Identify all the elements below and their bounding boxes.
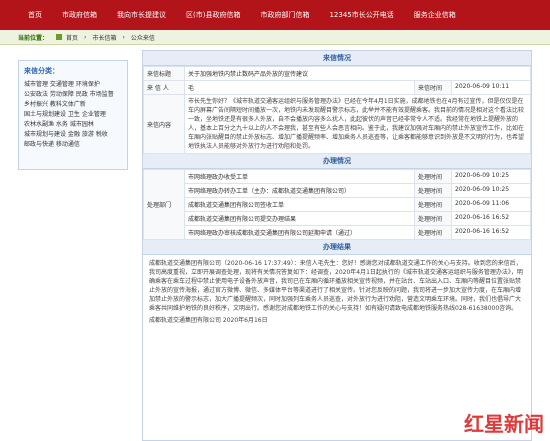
letter-content: 市长先生你好？《城市轨道交通客运组织与服务管理办法》已经在今年4月1日实施，成都… (184, 94, 531, 154)
handling-row: 处理部门 市网络理政办收受工单 处理时间 2020-06-09 10:25 (143, 169, 531, 240)
news-watermark-logo: 红星新闻 (464, 412, 544, 436)
handling-time: 2020-06-09 11:06 (451, 197, 531, 212)
handling-dept-label: 处理部门 (143, 169, 185, 240)
category-row[interactable]: 城市管理 交通管理 环境保护 (24, 80, 122, 90)
breadcrumb-label: 当前位置： (18, 34, 49, 42)
handling-time-label: 处理时间 (414, 183, 452, 198)
category-row[interactable]: 农林水副渔 水务 城市园林 (24, 120, 122, 130)
handling-row: 成都轨道交通集团有限公司签收工单 处理时间 2020-06-09 11:06 (144, 197, 531, 212)
handling-step: 成都轨道交通集团有限公司提交办理结果 (184, 211, 415, 226)
sidebar-title: 来信分类： (24, 67, 59, 75)
handling-row: 市网络理政办审核成都轨道交通集团有限公司延期申请（通过） 处理时间 2020-0… (144, 225, 531, 240)
category-row[interactable]: 国土与规划建设 卫生 企业管理 (24, 110, 122, 120)
home-icon (56, 34, 63, 40)
nav-item-enterprise-mailbox[interactable]: 服务企业信箱 (404, 10, 466, 20)
handling-step: 成都轨道交通集团有限公司签收工单 (184, 197, 415, 212)
letter-author: 毛 (184, 80, 415, 95)
letter-detail-panel: 来信情况 来信标题 关于加强地铁内禁止数码产品外放的宣传建议 来 信 人 毛 来… (142, 50, 532, 441)
result-text: 成都轨道交通集团有限公司（2020-06-16 17:37:49）：来信人毛先生… (149, 260, 523, 312)
handling-row: 市网络理政办转办工单（主办：成都轨道交通集团有限公司） 处理时间 2020-06… (144, 183, 531, 198)
nav-item-home[interactable]: 首页 (18, 10, 52, 20)
handling-time: 2020-06-09 10:25 (451, 183, 531, 198)
content-label: 来信内容 (143, 94, 185, 154)
handling-time: 2020-06-16 16:52 (451, 225, 531, 240)
handling-step: 市网络理政办收受工单 (184, 169, 415, 184)
nav-item-suggest-to-mayor[interactable]: 我向市长提建议 (107, 10, 176, 20)
nav-item-department-mailbox[interactable]: 市政府部门信箱 (250, 10, 319, 20)
handling-time: 2020-06-09 10:25 (451, 169, 531, 184)
handling-row: 成都轨道交通集团有限公司提交办理结果 处理时间 2020-06-16 16:52 (144, 211, 531, 226)
breadcrumb-public-letters[interactable]: 公众来信 (131, 33, 155, 42)
handling-time-label: 处理时间 (414, 225, 452, 240)
category-row[interactable]: 城市规划与建设 金融 旅游 税收 (24, 130, 122, 140)
letter-subject: 关于加强地铁内禁止数码产品外放的宣传建议 (184, 66, 531, 81)
handling-section-title: 办理情况 (143, 154, 531, 169)
handling-time: 2020-06-16 16:52 (451, 211, 531, 226)
letter-time: 2020-06-09 10:11 (451, 80, 531, 95)
category-list: 城市管理 交通管理 环境保护 公安政法 劳动保障 民政 市场监督 乡村振兴 教科… (19, 78, 127, 152)
breadcrumb-home[interactable]: 首页 (66, 33, 78, 42)
result-content: 成都轨道交通集团有限公司（2020-06-16 17:37:49）：来信人毛先生… (143, 255, 531, 329)
category-row[interactable]: 邮政与快递 移动通信 (24, 140, 122, 150)
letter-time-label: 来信时间 (414, 80, 452, 95)
result-signature: 成都轨道交通集团有限公司 2020年6月16日 (149, 317, 268, 324)
author-label: 来 信 人 (143, 80, 185, 95)
handling-table: 处理部门 市网络理政办收受工单 处理时间 2020-06-09 10:25 市网… (143, 169, 531, 240)
main-nav: 首页 市政府信箱 我向市长提建议 区(市)县政府信箱 市政府部门信箱 12345… (18, 0, 466, 30)
category-row[interactable]: 公安政法 劳动保障 民政 市场监督 (24, 90, 122, 100)
breadcrumb-mailbox[interactable]: 市长信箱 (92, 33, 116, 42)
letter-section-title: 来信情况 (143, 51, 531, 66)
nav-item-12345-hotline[interactable]: 12345市长公开电话 (319, 10, 403, 20)
handling-time-label: 处理时间 (414, 211, 452, 226)
breadcrumb-separator: › (122, 33, 125, 41)
category-row[interactable]: 乡村振兴 教科文体广新 (24, 100, 122, 110)
handling-time-label: 处理时间 (414, 169, 452, 184)
breadcrumb: 当前位置： 首页 › 市长信箱 › 公众来信 (0, 30, 550, 45)
top-navigation-bar: 首页 市政府信箱 我向市长提建议 区(市)县政府信箱 市政府部门信箱 12345… (0, 0, 550, 30)
category-sidebar: 来信分类： 城市管理 交通管理 环境保护 公安政法 劳动保障 民政 市场监督 乡… (18, 60, 128, 170)
nav-item-city-mailbox[interactable]: 市政府信箱 (52, 10, 107, 20)
letter-table: 来信标题 关于加强地铁内禁止数码产品外放的宣传建议 来 信 人 毛 来信时间 2… (143, 66, 531, 154)
handling-step: 市网络理政办转办工单（主办：成都轨道交通集团有限公司） (184, 183, 415, 198)
result-section-title: 办理结果 (143, 240, 531, 255)
breadcrumb-separator: › (84, 33, 87, 41)
subject-label: 来信标题 (143, 66, 185, 81)
nav-item-district-mailbox[interactable]: 区(市)县政府信箱 (176, 10, 250, 20)
handling-time-label: 处理时间 (414, 197, 452, 212)
handling-step: 市网络理政办审核成都轨道交通集团有限公司延期申请（通过） (184, 225, 415, 240)
